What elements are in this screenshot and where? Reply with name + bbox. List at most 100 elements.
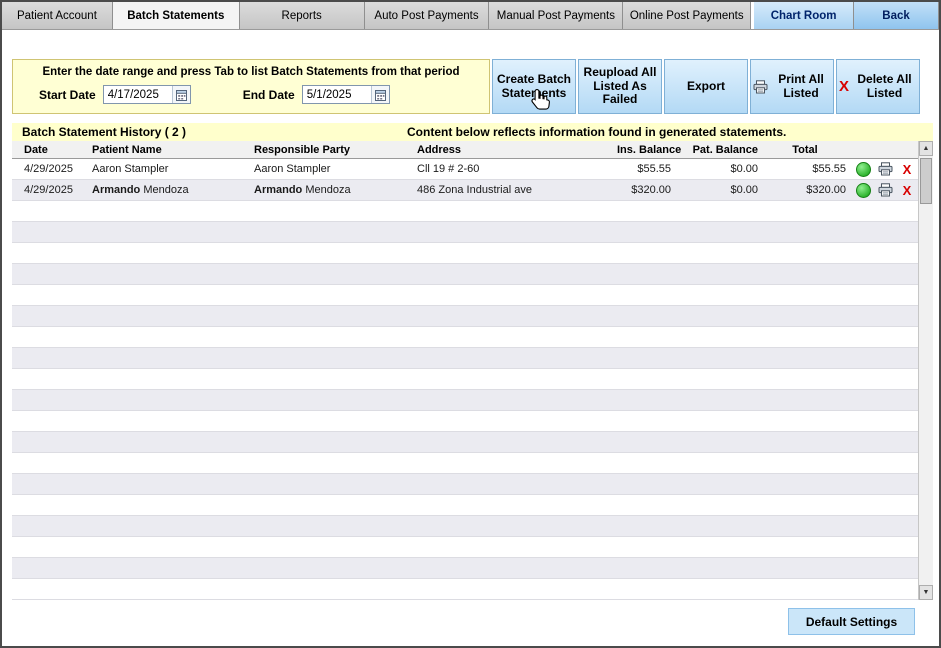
- column-header-address: Address: [405, 144, 617, 156]
- action-button-label: Print All Listed: [771, 73, 831, 101]
- cell-ins-balance: $55.55: [617, 163, 687, 175]
- empty-row: [12, 201, 918, 222]
- cell-print: [874, 183, 896, 197]
- empty-row: [12, 306, 918, 327]
- up-arrow-icon: ▲: [923, 145, 930, 152]
- empty-row: [12, 369, 918, 390]
- cell-responsible-party: Armando Mendoza: [242, 184, 405, 196]
- reupload-all-listed-as-failed-button[interactable]: Reupload All Listed As Failed: [578, 59, 662, 114]
- column-header-total: Total: [772, 144, 852, 156]
- delete-x-icon: X: [839, 78, 849, 95]
- print-row-icon[interactable]: [878, 162, 893, 176]
- tab-back[interactable]: Back: [854, 2, 939, 29]
- history-title: Batch Statement History ( 2 ): [22, 125, 186, 139]
- delete-all-listed-button[interactable]: XDelete All Listed: [836, 59, 920, 114]
- cell-print: [874, 162, 896, 176]
- print-row-icon[interactable]: [878, 183, 893, 197]
- action-buttons: Create Batch Statements Reupload All List…: [492, 59, 920, 114]
- delete-row-icon[interactable]: X: [903, 162, 912, 177]
- action-button-label: Export: [687, 80, 725, 94]
- tab-batch-statements[interactable]: Batch Statements: [113, 2, 240, 29]
- tab-bar: Patient AccountBatch StatementsReportsAu…: [2, 2, 939, 30]
- print-all-listed-button[interactable]: Print All Listed: [750, 59, 834, 114]
- statement-grid: DatePatient NameResponsible PartyAddress…: [12, 141, 918, 600]
- cell-address: Cll 19 # 2-60: [405, 163, 617, 175]
- empty-row: [12, 516, 918, 537]
- column-header-responsible-party: Responsible Party: [242, 144, 405, 156]
- cell-responsible-party: Aaron Stampler: [242, 163, 405, 175]
- calendar-icon[interactable]: [371, 86, 389, 103]
- cell-patient-name: Aaron Stampler: [80, 163, 242, 175]
- empty-row: [12, 243, 918, 264]
- empty-row: [12, 222, 918, 243]
- cell-date: 4/29/2025: [12, 163, 80, 175]
- calendar-icon[interactable]: [172, 86, 190, 103]
- statement-table: DatePatient NameResponsible PartyAddress…: [12, 141, 933, 600]
- date-range-instruction: Enter the date range and press Tab to li…: [13, 66, 489, 78]
- empty-row: [12, 264, 918, 285]
- statement-row[interactable]: 4/29/2025Aaron StamplerAaron StamplerCll…: [12, 159, 918, 180]
- empty-row: [12, 453, 918, 474]
- action-button-label: Create Batch Statements: [495, 73, 573, 101]
- create-batch-statements-button[interactable]: Create Batch Statements: [492, 59, 576, 114]
- down-arrow-icon: ▼: [923, 589, 930, 596]
- cell-delete: X: [896, 162, 918, 177]
- empty-row: [12, 537, 918, 558]
- end-date-label: End Date: [243, 88, 295, 102]
- column-header-pat-balance: Pat. Balance: [687, 144, 772, 156]
- column-header-ins-balance: Ins. Balance: [617, 144, 687, 156]
- cell-ins-balance: $320.00: [617, 184, 687, 196]
- history-note: Content below reflects information found…: [407, 125, 786, 139]
- cell-delete: X: [896, 183, 918, 198]
- empty-row: [12, 495, 918, 516]
- action-button-label: Delete All Listed: [852, 73, 917, 101]
- empty-row: [12, 474, 918, 495]
- cell-total: $55.55: [772, 163, 852, 175]
- tab-reports[interactable]: Reports: [240, 2, 365, 29]
- tab-manual-post-payments[interactable]: Manual Post Payments: [489, 2, 623, 29]
- cell-patient-name: Armando Mendoza: [80, 184, 242, 196]
- column-header-patient-name: Patient Name: [80, 144, 242, 156]
- default-settings-button[interactable]: Default Settings: [788, 608, 915, 635]
- scroll-up-button[interactable]: ▲: [919, 141, 933, 156]
- empty-row: [12, 579, 918, 600]
- tab-auto-post-payments[interactable]: Auto Post Payments: [365, 2, 490, 29]
- statement-row[interactable]: 4/29/2025Armando MendozaArmando Mendoza4…: [12, 180, 918, 201]
- scrollbar-thumb[interactable]: [920, 158, 932, 204]
- date-row: Start Date End Date: [13, 85, 489, 104]
- delete-row-icon[interactable]: X: [903, 183, 912, 198]
- table-header-row: DatePatient NameResponsible PartyAddress…: [12, 141, 918, 159]
- column-header-date: Date: [12, 144, 80, 156]
- status-ok-icon: [856, 162, 871, 177]
- end-date-field: [302, 85, 390, 104]
- empty-row: [12, 390, 918, 411]
- start-date-field: [103, 85, 191, 104]
- tab-chart-room[interactable]: Chart Room: [754, 2, 854, 29]
- action-button-label: Reupload All Listed As Failed: [581, 66, 659, 107]
- history-bar: Batch Statement History ( 2 ) Content be…: [12, 123, 933, 141]
- date-range-panel: Enter the date range and press Tab to li…: [12, 59, 490, 114]
- scroll-down-button[interactable]: ▼: [919, 585, 933, 600]
- cell-status: [852, 183, 874, 198]
- export-button[interactable]: Export: [664, 59, 748, 114]
- cell-date: 4/29/2025: [12, 184, 80, 196]
- empty-row: [12, 558, 918, 579]
- tab-patient-account[interactable]: Patient Account: [2, 2, 113, 29]
- empty-row: [12, 348, 918, 369]
- tab-online-post-payments[interactable]: Online Post Payments: [623, 2, 751, 29]
- empty-row: [12, 432, 918, 453]
- cell-pat-balance: $0.00: [687, 163, 772, 175]
- start-date-label: Start Date: [39, 88, 96, 102]
- empty-row: [12, 327, 918, 348]
- cell-total: $320.00: [772, 184, 852, 196]
- cell-pat-balance: $0.00: [687, 184, 772, 196]
- start-date-input[interactable]: [104, 89, 172, 101]
- batch-statements-window: Patient AccountBatch StatementsReportsAu…: [0, 0, 941, 648]
- end-date-input[interactable]: [303, 89, 371, 101]
- table-body: 4/29/2025Aaron StamplerAaron StamplerCll…: [12, 159, 918, 600]
- cell-status: [852, 162, 874, 177]
- printer-icon: [753, 80, 768, 94]
- status-ok-icon: [856, 183, 871, 198]
- vertical-scrollbar[interactable]: ▲ ▼: [918, 141, 933, 600]
- cell-address: 486 Zona Industrial ave: [405, 184, 617, 196]
